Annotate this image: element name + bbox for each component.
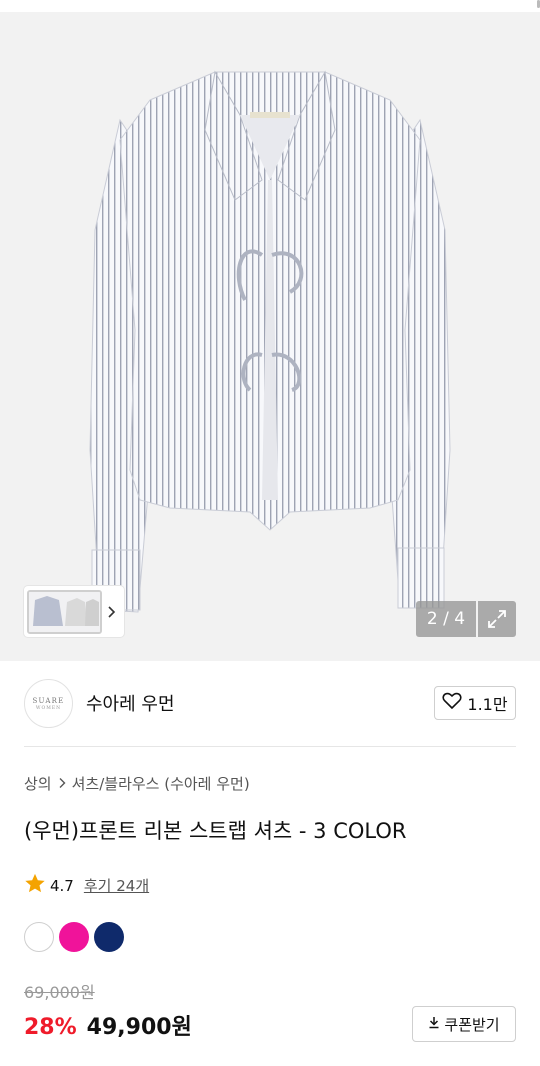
- product-image-gallery[interactable]: 2 / 4: [0, 0, 540, 661]
- coupon-label: 쿠폰받기: [444, 1015, 500, 1034]
- color-swatches: [24, 922, 124, 952]
- product-image: [89, 70, 451, 613]
- divider: [24, 746, 516, 747]
- price-row: 28% 49,900원: [24, 1009, 192, 1041]
- breadcrumb: 상의 셔츠/블라우스 (수아레 우먼): [24, 773, 250, 794]
- top-bar: [0, 0, 540, 12]
- product-title: (우먼)프론트 리본 스트랩 셔츠 - 3 COLOR: [24, 819, 407, 843]
- original-price: 69,000원: [24, 983, 95, 1002]
- brand-row[interactable]: SUARE WOMEN 수아레 우먼 1.1만: [24, 678, 516, 730]
- thumbnail-image[interactable]: [27, 589, 102, 634]
- star-icon: [24, 873, 46, 898]
- color-swatch-white[interactable]: [24, 922, 54, 952]
- expand-icon[interactable]: [478, 601, 516, 637]
- heart-icon: [442, 692, 462, 714]
- discount-rate: 28%: [24, 1015, 77, 1040]
- brand-name[interactable]: 수아레 우먼: [86, 690, 175, 716]
- brand-logo-subtext: WOMEN: [35, 705, 62, 711]
- brand-logo-text: SUARE: [32, 696, 65, 705]
- breadcrumb-subcategory[interactable]: 셔츠/블라우스 (수아레 우먼): [72, 773, 250, 794]
- rating-row: 4.7 후기 24개: [24, 873, 149, 898]
- breadcrumb-category[interactable]: 상의: [24, 773, 52, 794]
- sale-price: 49,900원: [86, 1015, 192, 1040]
- chevron-right-icon: [58, 775, 66, 793]
- thumbnail-strip[interactable]: [24, 586, 124, 637]
- coupon-button[interactable]: 쿠폰받기: [412, 1006, 516, 1042]
- brand-logo[interactable]: SUARE WOMEN: [24, 679, 73, 728]
- rating-score: 4.7: [50, 876, 74, 895]
- chevron-right-icon[interactable]: [102, 590, 120, 634]
- color-swatch-pink[interactable]: [59, 922, 89, 952]
- like-count: 1.1만: [467, 695, 508, 714]
- image-counter: 2 / 4: [416, 601, 476, 637]
- color-swatch-navy[interactable]: [94, 922, 124, 952]
- reviews-link[interactable]: 후기 24개: [84, 875, 149, 896]
- download-icon: [428, 1015, 440, 1033]
- like-button[interactable]: 1.1만: [434, 686, 516, 720]
